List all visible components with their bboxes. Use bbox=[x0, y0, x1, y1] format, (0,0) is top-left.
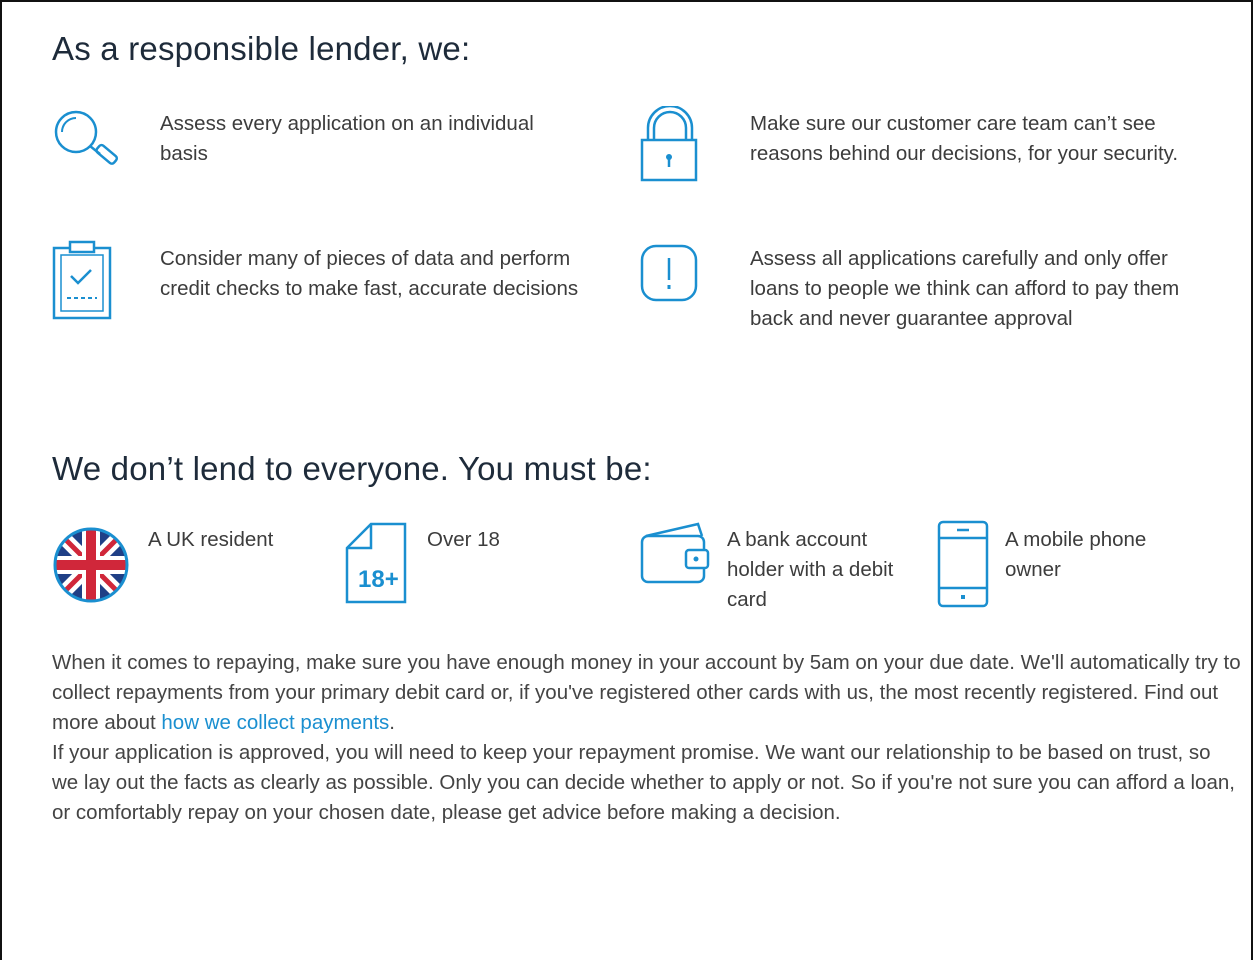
magnifier-icon bbox=[52, 110, 122, 170]
repayment-paragraph: When it comes to repaying, make sure you… bbox=[52, 648, 1242, 738]
repayment-text-end: . bbox=[389, 711, 395, 734]
age-badge: 18+ bbox=[358, 566, 399, 593]
age-18-icon: 18+ bbox=[345, 522, 409, 604]
padlock-icon bbox=[640, 106, 700, 184]
requirement-text: A bank account holder with a debit card bbox=[727, 528, 894, 611]
clipboard-icon bbox=[52, 240, 114, 320]
requirement-text: A mobile phone owner bbox=[1005, 528, 1147, 581]
lender-item-text: Assess every application on an individua… bbox=[160, 112, 534, 165]
exclamation-icon bbox=[640, 244, 700, 304]
lender-item-text: Assess all applications carefully and on… bbox=[750, 247, 1180, 330]
lender-heading: As a responsible lender, we: bbox=[52, 30, 471, 67]
lender-item-text: Consider many of pieces of data and perf… bbox=[160, 247, 579, 300]
approval-paragraph: If your application is approved, you wil… bbox=[52, 741, 1235, 824]
wallet-icon bbox=[640, 522, 718, 586]
requirement-text: Over 18 bbox=[427, 528, 500, 551]
requirement-text: A UK resident bbox=[148, 528, 274, 551]
lender-item-text: Make sure our customer care team can’t s… bbox=[750, 112, 1179, 165]
eligibility-heading: We don’t lend to everyone. You must be: bbox=[52, 450, 652, 487]
collect-payments-link[interactable]: how we collect payments bbox=[161, 711, 389, 734]
uk-flag-icon bbox=[52, 526, 130, 604]
mobile-phone-icon bbox=[937, 520, 991, 610]
